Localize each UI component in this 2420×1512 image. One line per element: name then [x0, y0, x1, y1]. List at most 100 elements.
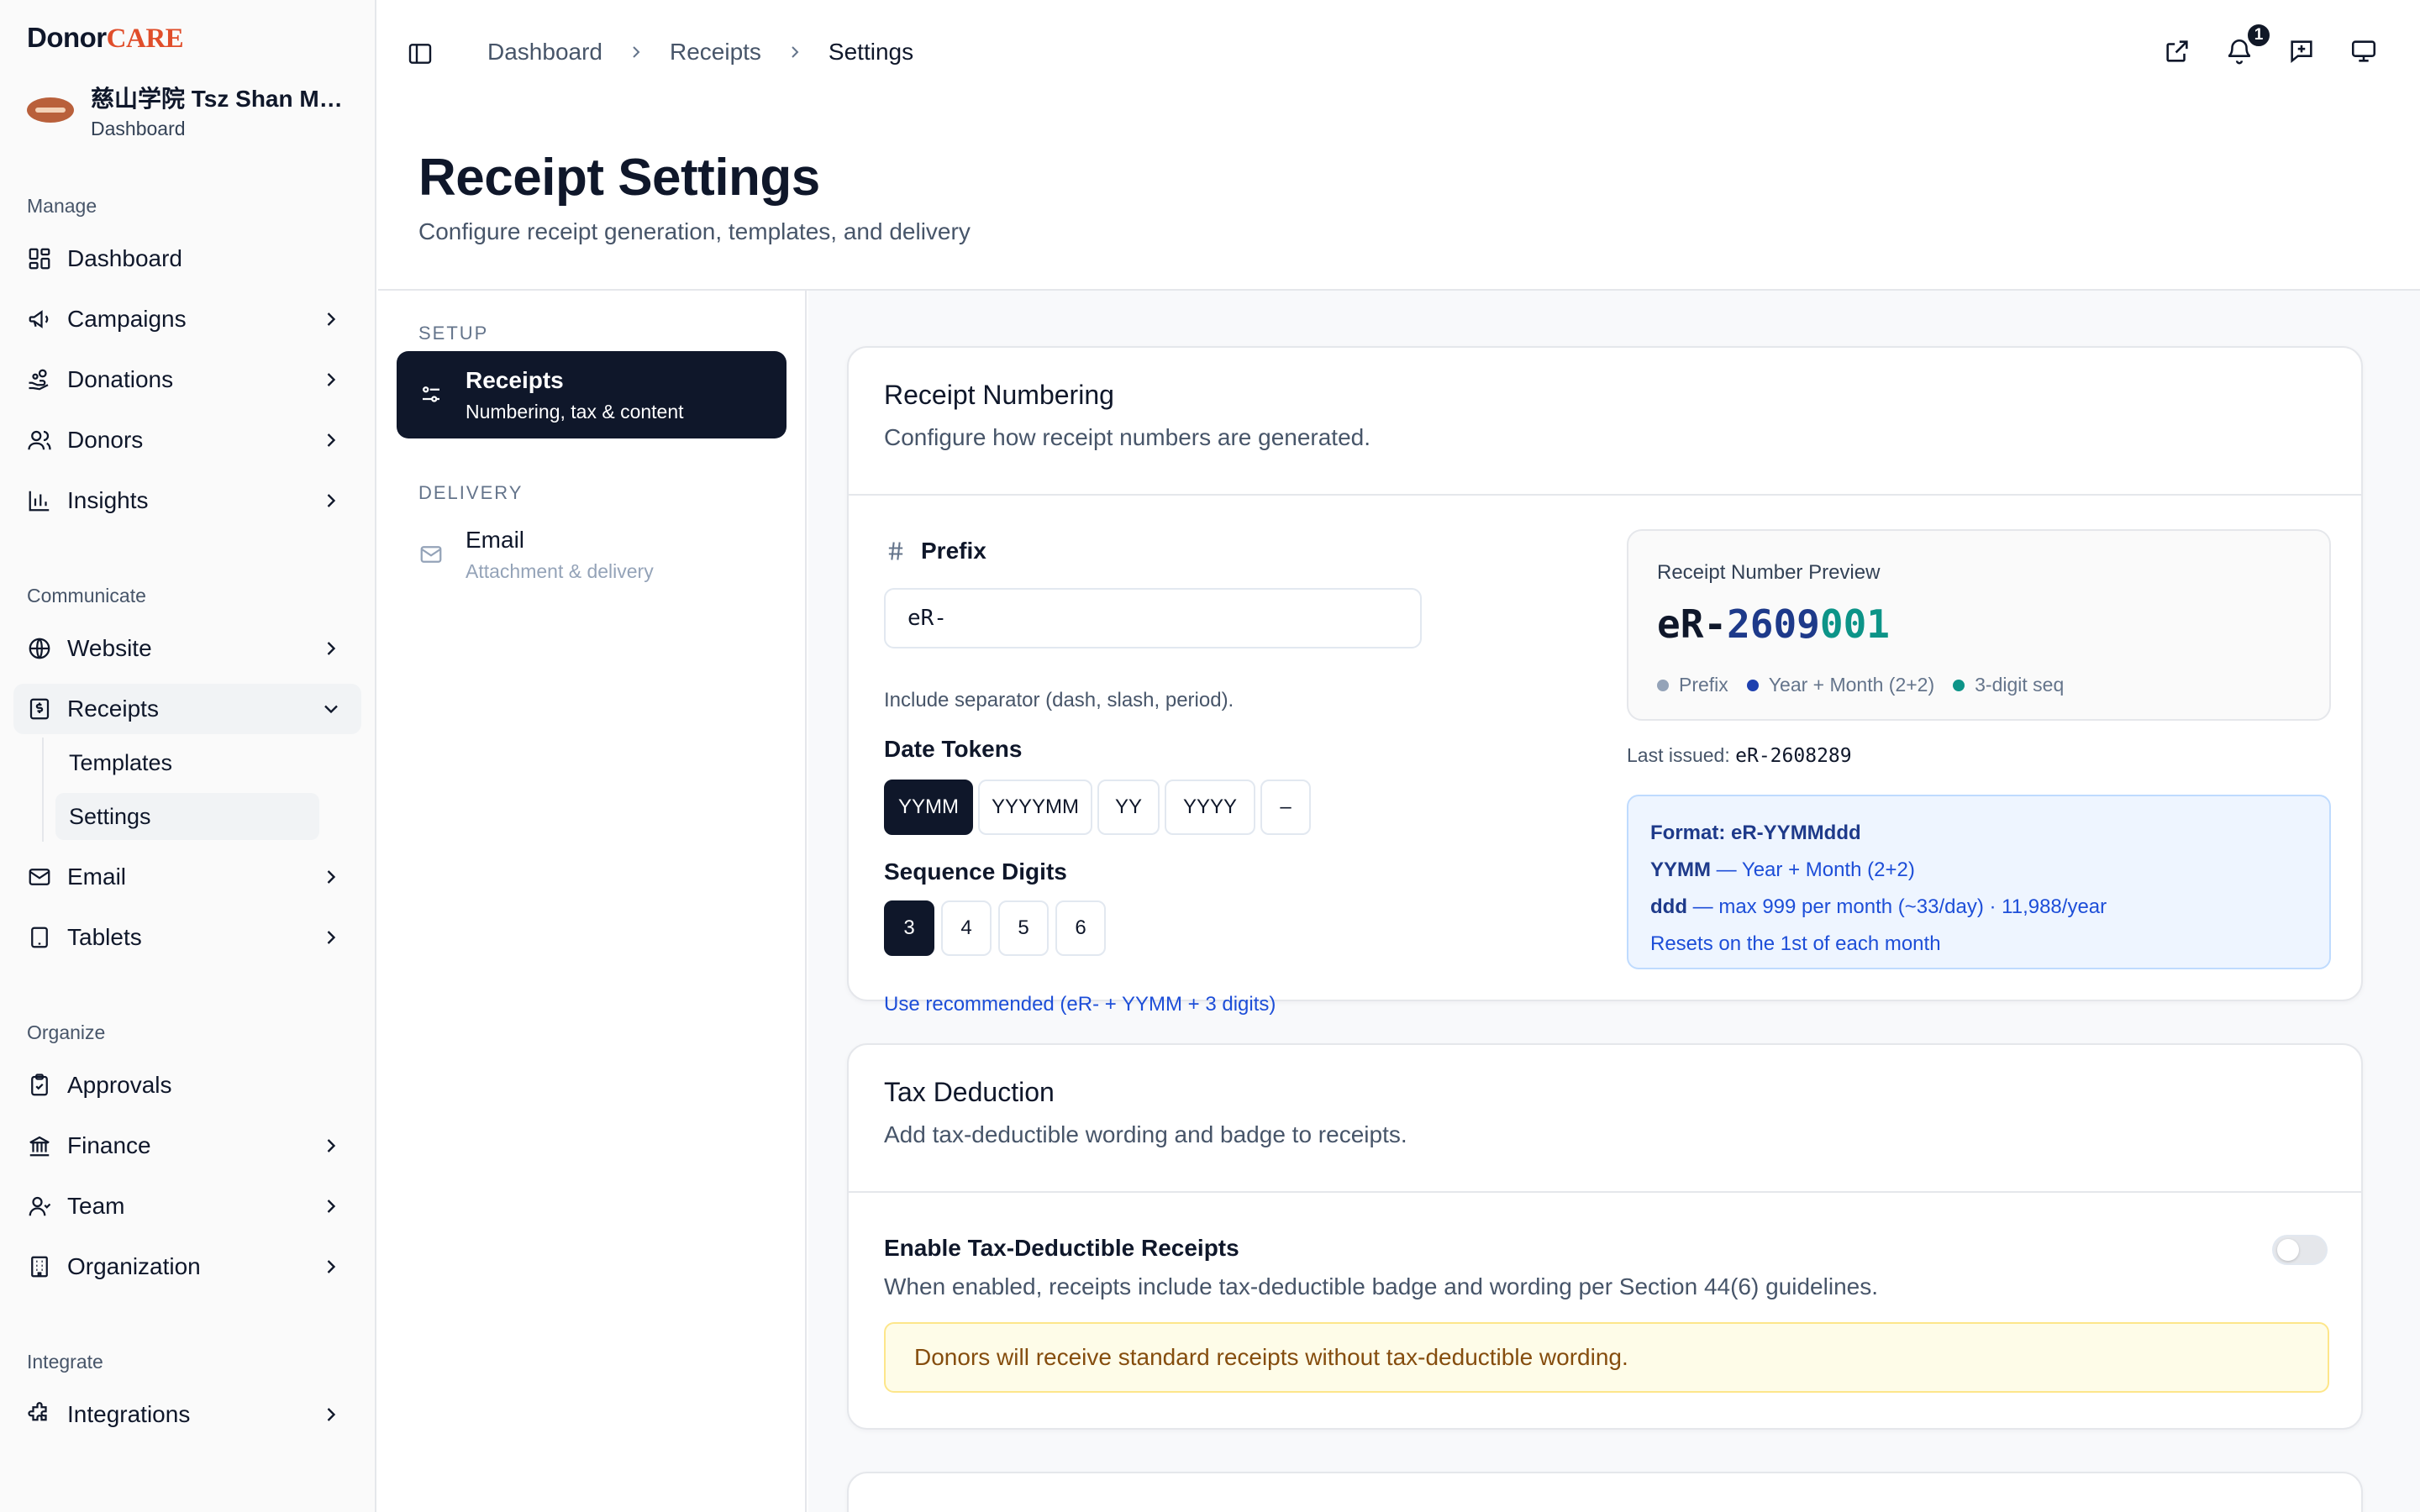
settings-content: Receipt Numbering Configure how receipt …	[808, 291, 2420, 1512]
seq-digits-5[interactable]: 5	[998, 900, 1049, 956]
sidebar-item-email[interactable]: Email	[13, 852, 361, 902]
sidebar-item-donors[interactable]: Donors	[13, 415, 361, 465]
bar-chart-icon	[29, 491, 50, 512]
prefix-hint: Include separator (dash, slash, period).	[884, 689, 1234, 711]
settings-group-delivery: DELIVERY	[418, 482, 523, 503]
sidebar-subitem-settings[interactable]: Settings	[55, 793, 319, 840]
sidebar-item-label: Finance	[67, 1132, 151, 1158]
sidebar-item-label: Receipts	[67, 696, 159, 722]
sidebar-item-campaigns[interactable]: Campaigns	[13, 294, 361, 344]
nav-group-integrate: Integrate	[27, 1351, 103, 1373]
sidebar-item-approvals[interactable]: Approvals	[13, 1060, 361, 1110]
feedback-button[interactable]	[2287, 37, 2316, 66]
nav-group-manage: Manage	[27, 195, 97, 217]
sidebar-item-insights[interactable]: Insights	[13, 475, 361, 526]
chevron-right-icon	[327, 1260, 336, 1273]
format-line-3: Resets on the 1st of each month	[1650, 932, 1941, 955]
megaphone-icon	[29, 310, 49, 328]
legend-date: Year + Month (2+2)	[1746, 674, 1935, 696]
legend-text: 3-digit seq	[1975, 674, 2065, 696]
seq-digits-6[interactable]: 6	[1055, 900, 1106, 956]
sidebar-item-finance[interactable]: Finance	[13, 1121, 361, 1171]
sidebar-item-organization[interactable]: Organization	[13, 1242, 361, 1292]
seq-digits-4[interactable]: 4	[941, 900, 992, 956]
sidebar-item-label: Tablets	[67, 924, 142, 950]
sidebar-toggle-icon[interactable]	[407, 40, 434, 67]
chevron-right-icon	[633, 46, 640, 58]
sidebar-item-receipts[interactable]: Receipts	[13, 684, 361, 734]
tax-deductible-toggle[interactable]	[2272, 1235, 2328, 1265]
brand-logo[interactable]: DonorCARE	[27, 22, 184, 55]
org-name: 慈山学院 Tsz Shan Mo...	[91, 85, 351, 112]
date-token-yyyymm[interactable]: YYYYMM	[978, 780, 1092, 835]
settings-nav-email[interactable]: Email Attachment & delivery	[397, 511, 786, 598]
monitor-icon	[2351, 40, 2376, 62]
external-link-icon	[2166, 40, 2188, 62]
sidebar-item-dashboard[interactable]: Dashboard	[13, 234, 361, 284]
hash-icon	[888, 542, 903, 560]
receipt-number-preview: Receipt Number Preview eR-2609001 Prefix…	[1627, 529, 2331, 721]
nav-group-organize: Organize	[27, 1021, 106, 1043]
user-icon	[29, 1196, 51, 1216]
building-icon	[31, 1256, 48, 1278]
date-token-yy[interactable]: YY	[1097, 780, 1160, 835]
bank-icon	[29, 1136, 50, 1157]
sidebar-item-website[interactable]: Website	[13, 623, 361, 674]
preview-label: Receipt Number Preview	[1657, 561, 1881, 584]
settings-nav-receipts[interactable]: Receipts Numbering, tax & content	[397, 351, 786, 438]
brand-part2: CARE	[106, 24, 184, 54]
breadcrumb-dashboard[interactable]: Dashboard	[487, 39, 602, 66]
settings-nav: SETUP Receipts Numbering, tax & content …	[378, 291, 807, 1512]
display-button[interactable]	[2349, 37, 2378, 66]
legend-text: Year + Month (2+2)	[1768, 674, 1935, 696]
hand-coins-icon	[29, 369, 49, 391]
date-token-none[interactable]: –	[1260, 780, 1311, 835]
preview-seq: 001	[1819, 601, 1890, 647]
users-icon	[28, 430, 51, 450]
globe-icon	[29, 638, 50, 659]
notifications-button[interactable]: 1	[2225, 22, 2272, 66]
breadcrumb-receipts[interactable]: Receipts	[670, 39, 761, 66]
sidebar-item-label: Dashboard	[67, 245, 182, 271]
receipt-numbering-card: Receipt Numbering Configure how receipt …	[847, 346, 2363, 1016]
org-logo-icon	[27, 97, 74, 123]
org-switcher[interactable]: 慈山学院 Tsz Shan Mo... Dashboard	[27, 81, 363, 139]
format-text: — Year + Month (2+2)	[1711, 858, 1915, 881]
sidebar-subitem-templates[interactable]: Templates	[55, 739, 319, 786]
format-key: YYMM	[1650, 858, 1711, 881]
legend-text: Prefix	[1679, 674, 1728, 696]
sidebar-item-label: Donations	[67, 366, 174, 392]
chevron-down-icon	[324, 705, 338, 714]
chevron-right-icon	[327, 931, 336, 944]
seq-digits-3[interactable]: 3	[884, 900, 934, 956]
clipboard-check-icon	[31, 1074, 48, 1096]
sidebar-item-team[interactable]: Team	[13, 1181, 361, 1231]
preview-number: eR-2609001	[1657, 601, 1890, 647]
legend-seq: 3-digit seq	[1953, 674, 2064, 696]
sidebar-item-tablets[interactable]: Tablets	[13, 912, 361, 963]
last-issued-label: Last issued:	[1627, 744, 1730, 766]
sidebar-item-label: Organization	[67, 1253, 201, 1279]
open-external-button[interactable]	[2163, 37, 2191, 66]
sidebar-item-label: Donors	[67, 427, 144, 453]
card-description: Configure how receipt numbers are genera…	[884, 424, 1371, 450]
chevron-right-icon	[327, 1139, 336, 1152]
sidebar-item-donations[interactable]: Donations	[13, 354, 361, 405]
sidebar-item-integrations[interactable]: Integrations	[13, 1389, 361, 1440]
date-token-yymm[interactable]: YYMM	[884, 780, 973, 835]
message-plus-icon	[2291, 40, 2312, 63]
legend-dot	[1953, 679, 1965, 691]
prefix-input[interactable]: eR-	[884, 588, 1422, 648]
chevron-right-icon	[327, 870, 336, 884]
brand-part1: Donor	[27, 22, 107, 53]
chevron-right-icon	[327, 433, 336, 447]
use-recommended-link[interactable]: Use recommended (eR- + YYMM + 3 digits)	[884, 993, 1276, 1016]
mail-icon	[29, 869, 50, 885]
settings-sliders-icon	[423, 386, 439, 402]
org-sub: Dashboard	[91, 117, 186, 139]
card-title: Receipt Numbering	[884, 380, 1114, 410]
format-title: Format: eR-YYMMddd	[1650, 822, 1861, 844]
preview-legend: Prefix Year + Month (2+2) 3-digit seq	[1657, 674, 2064, 696]
date-token-yyyy[interactable]: YYYY	[1165, 780, 1255, 835]
format-info-box: Format: eR-YYMMddd YYMM — Year + Month (…	[1627, 795, 2331, 969]
